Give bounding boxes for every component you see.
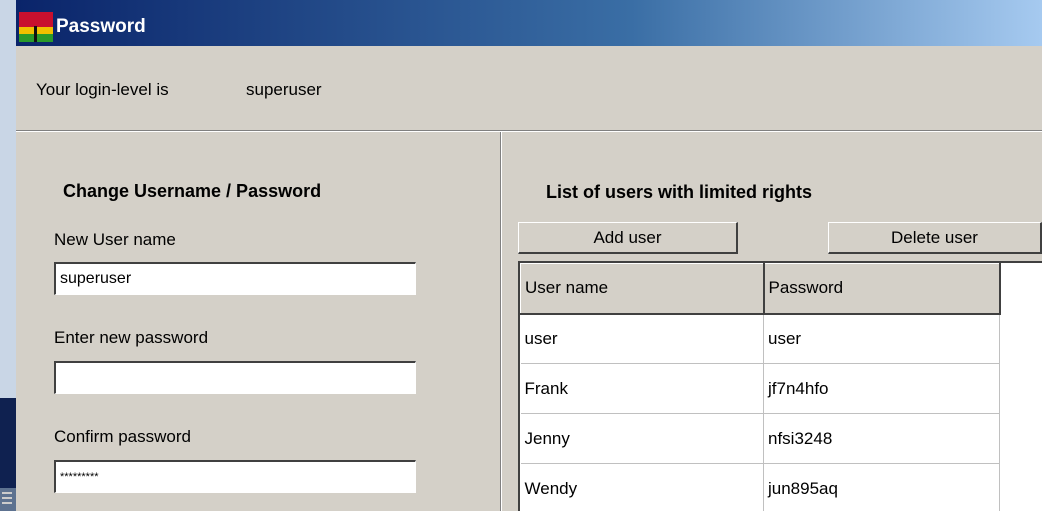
users-list-heading: List of users with limited rights [546,182,813,202]
cell-password[interactable]: nfsi3248 [763,413,1000,464]
users-grid[interactable]: User name Password user user Frank jf7n4… [518,261,1042,511]
delete-user-button[interactable]: Delete user [828,222,1042,254]
new-password-label: Enter new password [54,328,209,347]
confirm-password-label: Confirm password [54,427,191,446]
table-header-row: User name Password [520,263,1001,315]
cell-password[interactable]: jf7n4hfo [763,363,1000,414]
users-table: User name Password user user Frank jf7n4… [520,263,1001,511]
cell-username[interactable]: Jenny [520,413,764,464]
desktop-background-window [0,398,16,488]
confirm-password-input[interactable] [54,460,416,493]
column-header-username[interactable]: User name [520,263,765,315]
cell-password[interactable]: jun895aq [763,463,1000,511]
new-password-input[interactable] [54,361,416,394]
new-username-label: New User name [54,230,176,249]
table-row[interactable]: Wendy jun895aq [520,463,1000,511]
app-flag-icon[interactable] [19,12,53,42]
table-row[interactable]: user user [520,313,1000,364]
password-window: Password Your login-level is superuser C… [16,0,1042,511]
add-user-button[interactable]: Add user [518,222,738,254]
cell-username[interactable]: user [520,313,764,364]
login-level-label: Your login-level is [36,80,169,99]
table-row[interactable]: Jenny nfsi3248 [520,413,1000,464]
cell-username[interactable]: Frank [520,363,764,414]
cell-username[interactable]: Wendy [520,463,764,511]
desktop-taskbar-fragment [0,488,16,511]
title-bar[interactable]: Password [16,0,1042,46]
cell-password[interactable]: user [763,313,1000,364]
login-level-value: superuser [246,80,322,99]
login-level-row: Your login-level is superuser [16,46,1042,131]
window-title: Password [56,16,146,37]
new-username-input[interactable] [54,262,416,295]
table-row[interactable]: Frank jf7n4hfo [520,363,1000,414]
panel-divider [500,132,501,511]
column-header-password[interactable]: Password [763,263,1001,315]
change-credentials-heading: Change Username / Password [63,181,322,201]
